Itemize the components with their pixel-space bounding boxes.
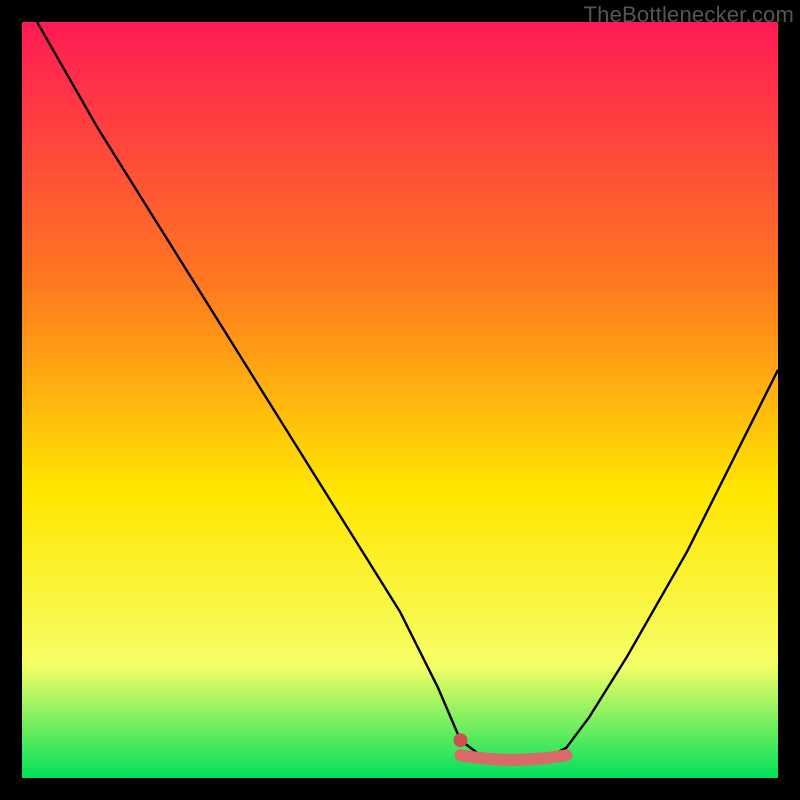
gradient-background	[22, 22, 778, 778]
optimum-band	[460, 755, 566, 760]
chart-frame	[22, 22, 778, 778]
optimum-dot	[453, 733, 467, 747]
bottleneck-chart	[22, 22, 778, 778]
